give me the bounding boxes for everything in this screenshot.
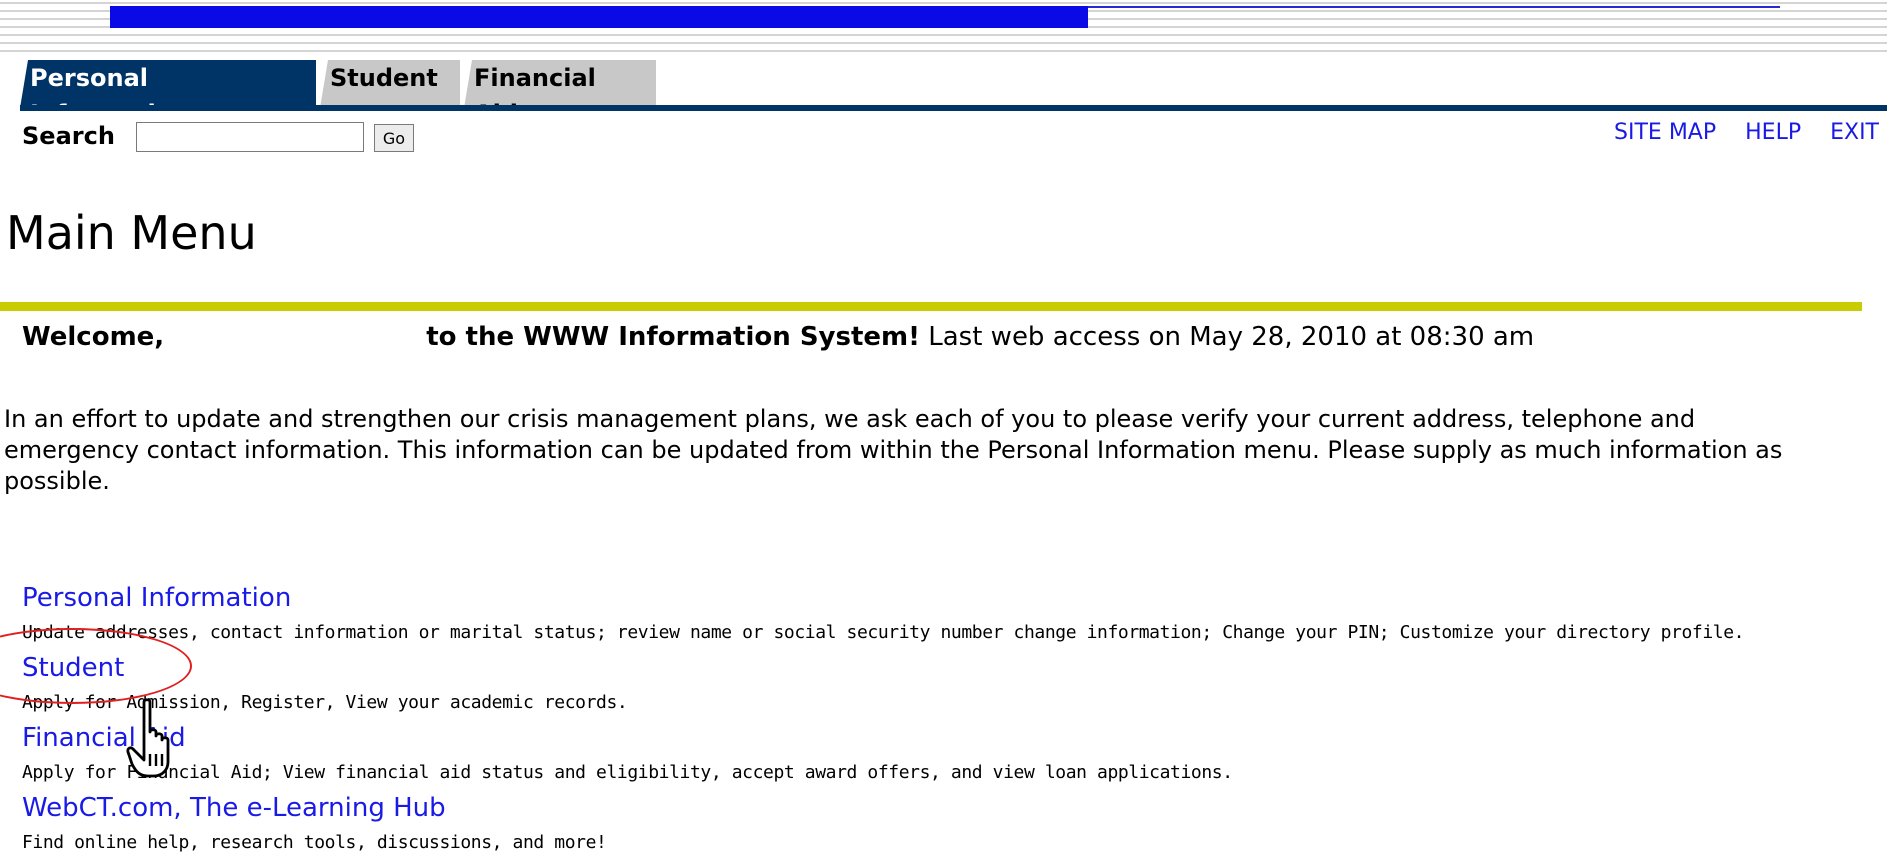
page-title: Main Menu — [6, 206, 257, 260]
go-button[interactable]: Go — [374, 124, 414, 152]
tab-underline — [20, 105, 1887, 111]
menu-item-personal-information: Personal Information Update addresses, c… — [22, 580, 1882, 650]
menu-link-financial-aid[interactable]: Financial Aid — [22, 720, 1882, 756]
search-input[interactable] — [136, 122, 364, 152]
menu-desc-student: Apply for Admission, Register, View your… — [22, 692, 628, 713]
menu-item-webct: WebCT.com, The e-Learning Hub Find onlin… — [22, 790, 1882, 860]
section-divider — [0, 302, 1862, 311]
exit-link[interactable]: EXIT — [1830, 120, 1879, 145]
menu-link-personal-information[interactable]: Personal Information — [22, 580, 1882, 616]
help-link[interactable]: HELP — [1745, 120, 1801, 145]
site-map-link[interactable]: SITE MAP — [1614, 120, 1716, 145]
menu-item-financial-aid: Financial Aid Apply for Financial Aid; V… — [22, 720, 1882, 790]
notice-text: In an effort to update and strengthen ou… — [4, 405, 1783, 495]
menu-link-student[interactable]: Student — [22, 650, 1882, 686]
menu-desc-personal-information: Update addresses, contact information or… — [22, 622, 1745, 643]
hand-pointer-icon — [126, 698, 170, 778]
header-stripes — [0, 0, 1887, 65]
tab-personal-information[interactable]: Personal Information — [20, 60, 316, 108]
menu-item-student: Student Apply for Admission, Register, V… — [22, 650, 1882, 720]
header-blue-bar — [110, 6, 1088, 28]
tab-financial-aid[interactable]: Financial Aid — [464, 60, 656, 108]
tab-student[interactable]: Student — [320, 60, 460, 108]
menu-link-webct[interactable]: WebCT.com, The e-Learning Hub — [22, 790, 1882, 826]
main-menu-list: Personal Information Update addresses, c… — [22, 580, 1882, 860]
last-access: Last web access on May 28, 2010 at 08:30… — [928, 322, 1535, 352]
welcome-system: to the WWW Information System! — [426, 322, 920, 352]
menu-desc-financial-aid: Apply for Financial Aid; View financial … — [22, 762, 1233, 783]
welcome-prefix: Welcome, — [22, 322, 165, 352]
welcome-message: Welcome, to the WWW Information System! L… — [22, 322, 1534, 352]
header-blue-line — [1088, 6, 1780, 8]
menu-desc-webct: Find online help, research tools, discus… — [22, 832, 607, 853]
top-links: SITE MAP HELP EXIT — [1592, 120, 1879, 145]
search-label: Search — [22, 122, 115, 150]
